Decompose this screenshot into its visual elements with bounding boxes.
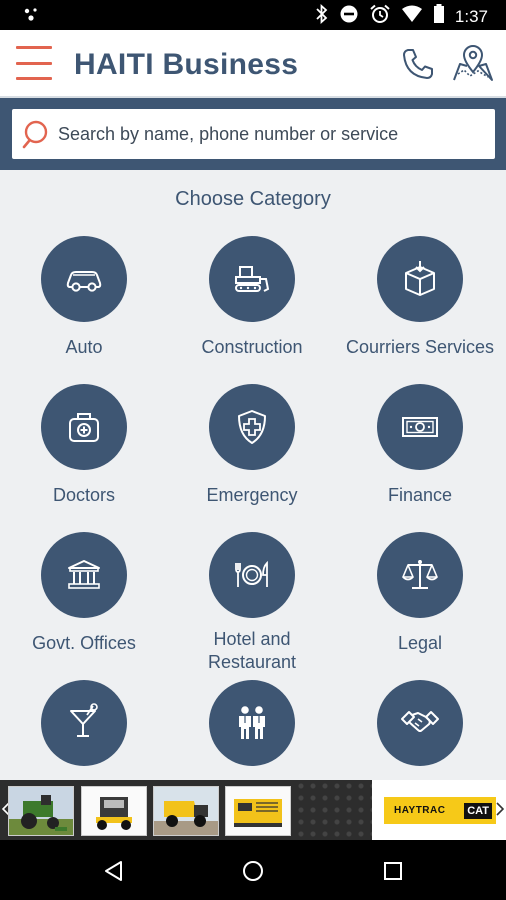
ad-image-dump-truck: [153, 786, 219, 836]
bulldozer-icon: [209, 236, 295, 322]
category-label: Hotel and Restaurant: [207, 629, 297, 672]
do-not-disturb-icon: [339, 4, 359, 29]
hamburger-menu-icon[interactable]: [16, 46, 52, 80]
back-icon[interactable]: [100, 856, 130, 886]
handshake-icon: [377, 680, 463, 766]
category-label: Auto: [65, 337, 103, 357]
app-title: HAITI Business: [74, 48, 299, 81]
category-label: Finance: [387, 485, 453, 505]
banknote-icon: [377, 384, 463, 470]
assistant-dots-icon: [22, 6, 42, 29]
chevron-right-icon[interactable]: [496, 802, 505, 821]
search-section: [0, 98, 506, 170]
category-hotel-and-restaurant[interactable]: Hotel and Restaurant: [168, 532, 336, 674]
search-input[interactable]: [58, 109, 488, 159]
category-people[interactable]: [168, 680, 336, 780]
alarm-icon: [369, 4, 391, 29]
car-icon: [41, 236, 127, 322]
category-partnership[interactable]: [336, 680, 504, 780]
government-building-icon: [41, 532, 127, 618]
wifi-icon: [401, 5, 423, 28]
bluetooth-icon: [315, 3, 329, 29]
category-legal[interactable]: Legal: [336, 532, 504, 655]
clock-time: 1:37: [454, 6, 488, 26]
status-bar: 1:37: [0, 0, 506, 30]
ad-image-tractor: [8, 786, 74, 836]
brand-logo: HAYTRAC CAT: [384, 797, 496, 824]
category-govt-offices[interactable]: Govt. Offices: [0, 532, 168, 655]
category-label: Construction: [201, 337, 303, 357]
search-icon: [22, 119, 54, 151]
section-title: Choose Category: [175, 188, 331, 210]
category-emergency[interactable]: Emergency: [168, 384, 336, 507]
search-box[interactable]: [12, 109, 495, 159]
shield-cross-icon: [209, 384, 295, 470]
category-label: Courriers Services: [345, 337, 495, 357]
app-bar: HAITI Business: [0, 30, 506, 98]
category-finance[interactable]: Finance: [336, 384, 504, 507]
category-construction[interactable]: Construction: [168, 236, 336, 359]
medical-kit-icon: [41, 384, 127, 470]
battery-icon: [433, 4, 445, 29]
ad-brand: HAYTRAC CAT: [372, 780, 506, 840]
ad-banner[interactable]: HAYTRAC CAT: [0, 780, 506, 840]
ad-image-generator: [225, 786, 291, 836]
map-pin-icon[interactable]: [450, 44, 496, 84]
ad-image-truck: [81, 786, 147, 836]
brand-text: HAYTRAC: [394, 805, 446, 816]
recents-icon[interactable]: [378, 856, 408, 886]
package-icon: [377, 236, 463, 322]
category-label: Govt. Offices: [32, 633, 136, 653]
home-icon[interactable]: [238, 856, 268, 886]
category-label: Doctors: [52, 485, 115, 505]
nav-bar: [0, 840, 506, 900]
plate-cutlery-icon: [209, 532, 295, 618]
category-list: Choose Category Auto Construction Courri…: [0, 170, 506, 780]
people-icon: [209, 680, 295, 766]
ad-texture: [295, 780, 372, 840]
category-courriers-services[interactable]: Courriers Services: [336, 236, 504, 359]
category-label: Emergency: [206, 485, 298, 505]
category-doctors[interactable]: Doctors: [0, 384, 168, 507]
category-label: Legal: [397, 633, 443, 653]
category-auto[interactable]: Auto: [0, 236, 168, 359]
phone-icon[interactable]: [400, 46, 436, 82]
brand-mark: CAT: [464, 802, 492, 819]
cocktail-icon: [41, 680, 127, 766]
category-bars[interactable]: [0, 680, 168, 780]
scales-icon: [377, 532, 463, 618]
